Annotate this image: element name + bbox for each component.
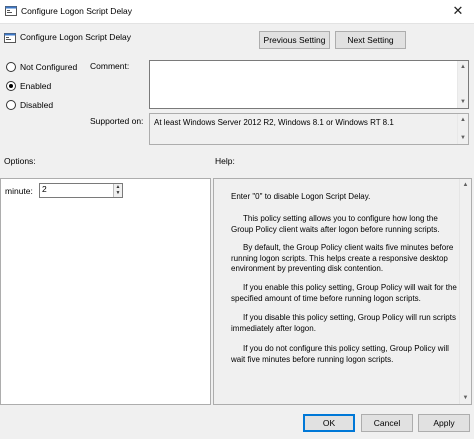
radio-label: Not Configured [20,62,78,72]
help-label: Help: [215,156,235,166]
help-panel: Enter "0" to disable Logon Script Delay.… [213,178,472,405]
setting-title: Configure Logon Script Delay [20,32,132,42]
previous-setting-button[interactable]: Previous Setting [259,31,330,49]
radio-circle [6,62,16,72]
radio-circle-checked [6,81,16,91]
radio-label: Enabled [20,81,52,91]
comment-textarea[interactable]: ▲ ▼ [149,60,469,109]
window-title: Configure Logon Script Delay [21,6,133,16]
radio-label: Disabled [20,100,54,110]
scroll-up-icon[interactable]: ▲ [460,179,471,191]
help-paragraph: Enter "0" to disable Logon Script Delay. [231,192,371,201]
close-icon: ✕ [452,3,464,18]
help-paragraph: If you disable this policy setting, Grou… [231,313,456,333]
minute-value: 2 [42,184,47,194]
supported-scrollbar[interactable]: ▲ ▼ [457,114,468,144]
help-paragraph: If you do not configure this policy sett… [231,344,449,364]
help-scrollbar[interactable]: ▲ ▼ [459,179,471,404]
scroll-up-icon[interactable]: ▲ [458,114,468,126]
ok-button[interactable]: OK [303,414,355,432]
scroll-down-icon[interactable]: ▼ [458,132,468,144]
policy-settings-icon [4,33,16,43]
supported-on-value: At least Windows Server 2012 R2, Windows… [154,118,394,127]
options-panel: minute: 2 ▲ ▼ [0,178,211,405]
supported-on-box: At least Windows Server 2012 R2, Windows… [149,113,469,145]
scroll-down-icon[interactable]: ▼ [458,96,468,108]
scroll-up-icon[interactable]: ▲ [458,61,468,73]
comment-label: Comment: [90,61,130,71]
options-label: Options: [4,156,36,166]
help-paragraph: By default, the Group Policy client wait… [231,243,454,273]
radio-disabled[interactable]: Disabled [6,100,53,110]
comment-scrollbar[interactable]: ▲ ▼ [457,61,468,108]
policy-settings-icon [5,6,17,16]
next-setting-button[interactable]: Next Setting [335,31,406,49]
minute-spinbox[interactable]: 2 ▲ ▼ [39,183,123,198]
minute-label: minute: [5,186,33,196]
help-paragraph: If you enable this policy setting, Group… [231,283,457,303]
radio-enabled[interactable]: Enabled [6,81,51,91]
radio-not-configured[interactable]: Not Configured [6,62,77,72]
radio-circle [6,100,16,110]
close-button[interactable]: ✕ [447,2,469,20]
scroll-down-icon[interactable]: ▼ [460,392,471,404]
supported-on-label: Supported on: [90,116,144,126]
title-bar: Configure Logon Script Delay ✕ [0,0,474,24]
apply-button[interactable]: Apply [418,414,470,432]
spin-buttons[interactable]: ▲ ▼ [113,184,122,197]
cancel-button[interactable]: Cancel [361,414,413,432]
spin-down-icon[interactable]: ▼ [114,190,122,196]
help-paragraph: This policy setting allows you to config… [231,214,440,234]
